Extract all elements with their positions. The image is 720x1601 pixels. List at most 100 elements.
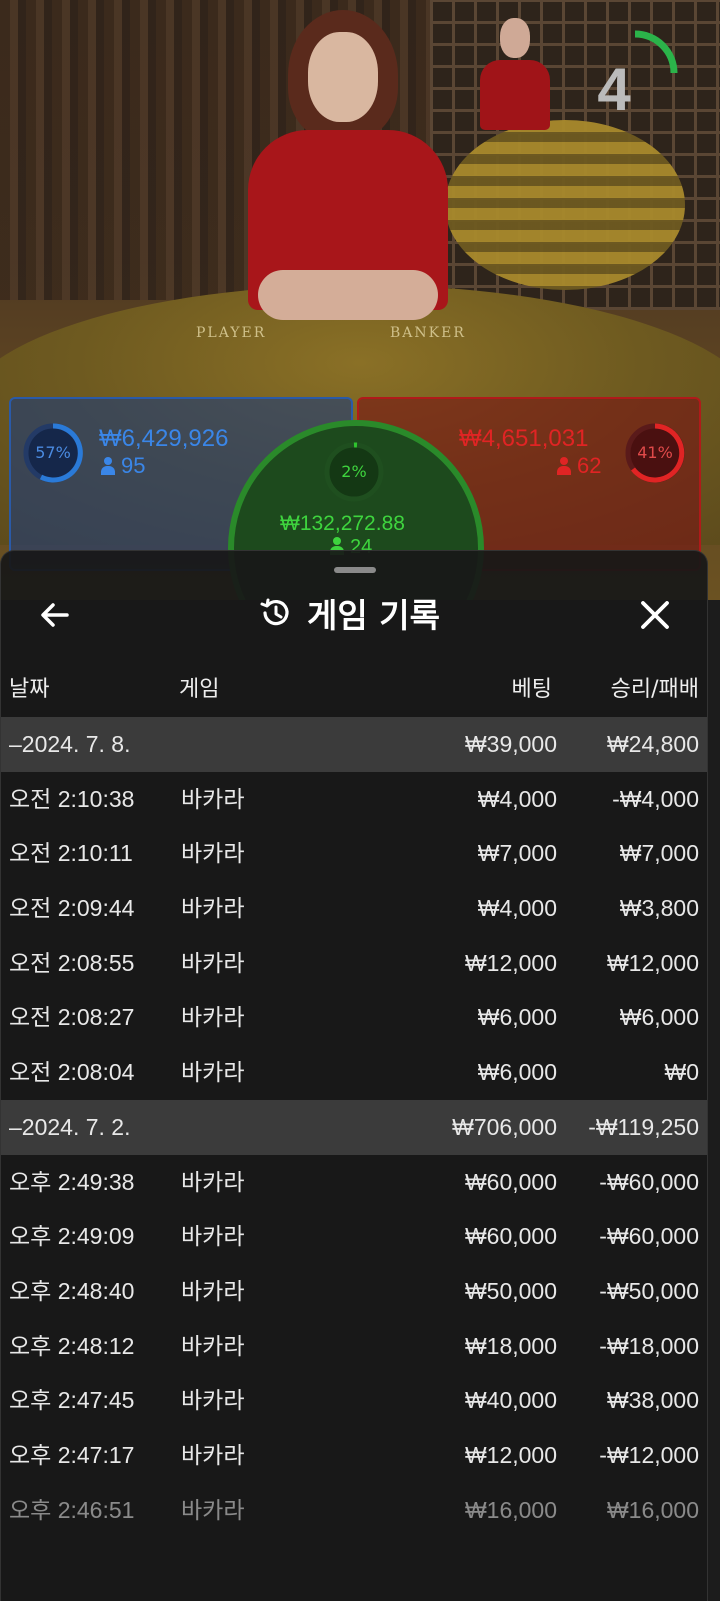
table-label-banker: BANKER [390,325,466,341]
dealer [238,10,458,330]
history-list: –2024. 7. 8. ₩39,000 ₩24,800 오전 2:10:38 바카라 ₩… [1,717,707,1537]
row-time: 오후 2:46:51 [9,1496,135,1523]
row-result: -₩18,000 [599,1332,699,1359]
history-row[interactable]: 오후 2:47:17 바카라 ₩12,000 -₩12,000 [1,1428,707,1483]
column-header-bet: 베팅 [511,677,552,702]
row-bet: ₩7,000 [477,840,557,867]
history-row[interactable]: 오후 2:48:12 바카라 ₩18,000 -₩18,000 [1,1319,707,1374]
back-arrow-icon [41,603,69,627]
row-game: 바카라 [181,1441,245,1468]
person-icon [557,457,571,475]
row-game: 바카라 [181,840,245,867]
date-group-row[interactable]: –2024. 7. 8. ₩39,000 ₩24,800 [1,717,707,772]
history-icon [260,598,289,626]
row-time: 오후 2:49:38 [9,1168,135,1195]
drag-handle[interactable] [334,567,376,573]
row-time: 오전 2:08:55 [9,949,135,976]
row-game: 바카라 [181,1277,245,1304]
row-result: ₩38,000 [606,1387,699,1414]
row-time: 오전 2:10:11 [9,840,133,867]
row-time: –2024. 7. 8. [9,731,131,757]
row-game: 바카라 [181,1332,245,1359]
row-result: -₩12,000 [599,1441,699,1468]
row-result: -₩4,000 [612,785,699,812]
history-row[interactable]: 오전 2:08:27 바카라 ₩6,000 ₩6,000 [1,990,707,1045]
row-bet: ₩39,000 [464,731,557,757]
row-game: 바카라 [181,1168,245,1195]
row-bet: ₩60,000 [464,1168,557,1195]
row-time: 오후 2:47:45 [9,1387,135,1414]
close-icon [641,601,669,629]
close-button[interactable] [635,595,675,635]
row-result: ₩24,800 [606,731,699,757]
row-result: -₩60,000 [599,1223,699,1250]
row-result: ₩16,000 [606,1496,699,1523]
row-result: ₩7,000 [619,840,699,867]
row-result: ₩0 [664,1059,700,1086]
row-game: 바카라 [181,1059,245,1086]
row-game: 바카라 [181,949,245,976]
back-button[interactable] [35,595,75,635]
banker-amount: ₩4,651,031 [459,425,589,452]
history-row[interactable]: 오후 2:46:51 바카라 ₩16,000 ₩16,000 [1,1483,707,1538]
row-game: 바카라 [181,785,245,812]
history-row[interactable]: 오후 2:48:40 바카라 ₩50,000 -₩50,000 [1,1264,707,1319]
history-row[interactable]: 오후 2:47:45 바카라 ₩40,000 ₩38,000 [1,1373,707,1428]
row-time: 오후 2:49:09 [9,1223,135,1250]
row-result: -₩119,250 [588,1113,699,1140]
history-row[interactable]: 오전 2:08:55 바카라 ₩12,000 ₩12,000 [1,936,707,991]
history-row[interactable]: 오전 2:10:11 바카라 ₩7,000 ₩7,000 [1,826,707,881]
row-bet: ₩4,000 [477,895,557,922]
table-label-player: PLAYER [196,325,267,341]
row-result: ₩6,000 [619,1004,699,1031]
game-history-sheet: 게임 기록 날짜 게임 베팅 승리/패배 –2024. 7. 8. ₩39,000… [0,550,708,1601]
row-time: 오전 2:08:27 [9,1004,135,1031]
row-bet: ₩706,000 [452,1113,557,1140]
player-amount: ₩6,429,926 [99,425,229,452]
column-header-game: 게임 [179,677,220,702]
row-bet: ₩50,000 [464,1277,557,1304]
sheet-title: 게임 기록 [307,596,440,635]
second-dealer [480,10,550,130]
row-time: 오후 2:48:40 [9,1277,135,1304]
sheet-header: 게임 기록 [257,591,440,635]
row-bet: ₩12,000 [464,949,557,976]
history-row[interactable]: 오후 2:49:38 바카라 ₩60,000 -₩60,000 [1,1155,707,1210]
row-result: ₩12,000 [606,949,699,976]
row-game: 바카라 [181,895,245,922]
banker-count: 62 [577,453,602,478]
history-row[interactable]: 오전 2:08:04 바카라 ₩6,000 ₩0 [1,1045,707,1100]
row-time: 오전 2:10:38 [9,785,135,812]
live-video-feed: PLAYER BANKER 4 57% ₩6,429,926 95 ₩4,651… [0,0,720,600]
row-time: 오후 2:48:12 [9,1332,135,1359]
row-bet: ₩4,000 [477,785,557,812]
row-bet: ₩60,000 [464,1223,557,1250]
tie-percent: 2% [341,462,367,481]
row-game: 바카라 [181,1496,245,1523]
person-icon [101,457,115,475]
row-bet: ₩40,000 [464,1387,557,1414]
column-header-date: 날짜 [9,677,50,702]
history-row[interactable]: 오전 2:10:38 바카라 ₩4,000 -₩4,000 [1,772,707,827]
second-table [445,120,685,290]
tie-amount: ₩132,272.88 [280,512,405,535]
row-bet: ₩18,000 [464,1332,557,1359]
player-count: 95 [121,453,146,478]
row-time: –2024. 7. 2. [9,1113,131,1140]
row-time: 오전 2:08:04 [9,1059,135,1086]
row-bet: ₩16,000 [464,1496,557,1523]
row-bet: ₩6,000 [477,1059,557,1086]
row-game: 바카라 [181,1223,245,1250]
banker-percent: 41% [637,443,673,462]
row-result: ₩3,800 [619,895,699,922]
row-result: -₩50,000 [599,1277,699,1304]
date-group-row[interactable]: –2024. 7. 2. ₩706,000 -₩119,250 [1,1099,707,1155]
row-game: 바카라 [181,1387,245,1414]
history-row[interactable]: 오전 2:09:44 바카라 ₩4,000 ₩3,800 [1,881,707,936]
history-row[interactable]: 오후 2:49:09 바카라 ₩60,000 -₩60,000 [1,1209,707,1264]
row-game: 바카라 [181,1004,245,1031]
countdown-value: 4 [597,56,631,123]
row-bet: ₩12,000 [464,1441,557,1468]
player-percent: 57% [35,443,71,462]
row-time: 오후 2:47:17 [9,1441,135,1468]
